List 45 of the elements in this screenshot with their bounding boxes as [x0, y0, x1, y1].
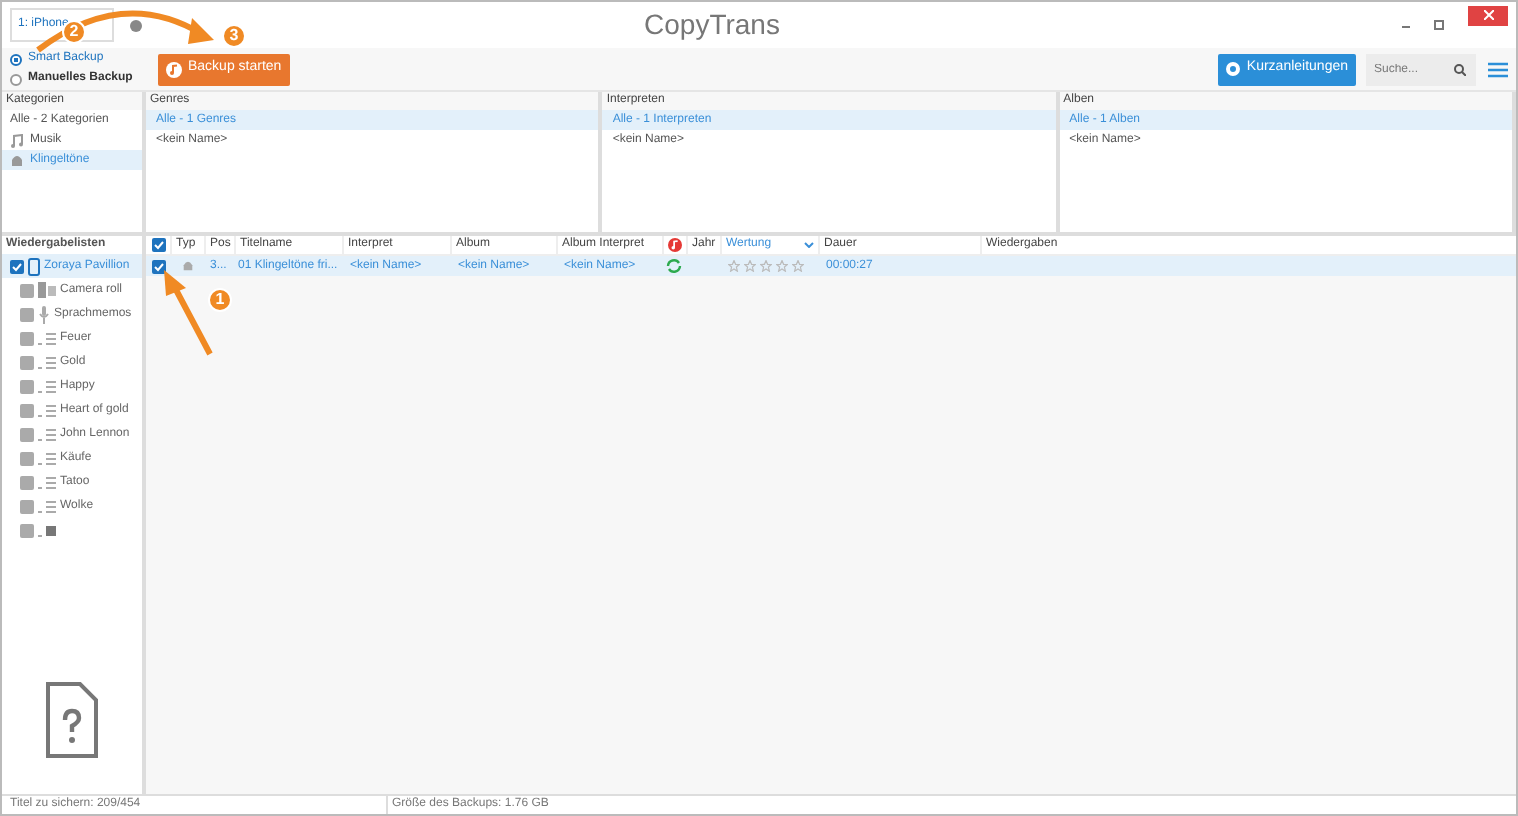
checkbox[interactable] [20, 379, 34, 393]
radio-button[interactable] [10, 73, 22, 85]
search-icon [1454, 63, 1466, 75]
checkbox[interactable] [20, 427, 34, 441]
checkbox[interactable] [20, 499, 34, 513]
camera-roll-icon [38, 282, 56, 298]
playlist-icon [38, 499, 56, 513]
chevron-icon [804, 242, 814, 248]
playlist-icon [38, 427, 56, 441]
playlist-icon [38, 451, 56, 465]
menu-icon[interactable] [1488, 61, 1508, 77]
checkbox[interactable] [20, 307, 34, 321]
checkbox[interactable] [20, 523, 34, 537]
music-note-icon [10, 133, 24, 147]
checkbox[interactable] [151, 238, 165, 252]
music-note-icon [166, 61, 182, 77]
checkbox[interactable] [151, 259, 165, 273]
checkbox[interactable] [20, 475, 34, 489]
playlist-icon [38, 475, 56, 489]
close-tab-icon[interactable] [130, 19, 142, 31]
checkbox[interactable] [10, 259, 24, 273]
step-badge: 3 [222, 24, 246, 48]
sync-icon [666, 258, 682, 274]
lifebuoy-icon [1226, 62, 1241, 76]
phone-icon [28, 257, 40, 275]
unknown-file-icon [44, 679, 100, 759]
arrow [164, 270, 213, 356]
playlist-icon [38, 403, 56, 417]
close-icon [1483, 10, 1493, 20]
close-button[interactable] [1468, 5, 1508, 25]
playlist-icon [38, 331, 56, 345]
bell-icon [181, 260, 193, 272]
microphone-icon [38, 305, 50, 323]
playlist-icon [38, 355, 56, 369]
bell-icon [10, 153, 24, 167]
checkbox[interactable] [20, 331, 34, 345]
playlist-icon [38, 379, 56, 393]
app-logo: CopyTrans [644, 6, 780, 44]
checkbox[interactable] [20, 403, 34, 417]
maximize-icon[interactable] [1434, 20, 1444, 30]
radio-button[interactable] [10, 53, 22, 65]
checkbox[interactable] [20, 355, 34, 369]
checkbox[interactable] [20, 451, 34, 465]
checkbox[interactable] [20, 283, 34, 297]
playlist-icon [38, 523, 56, 537]
